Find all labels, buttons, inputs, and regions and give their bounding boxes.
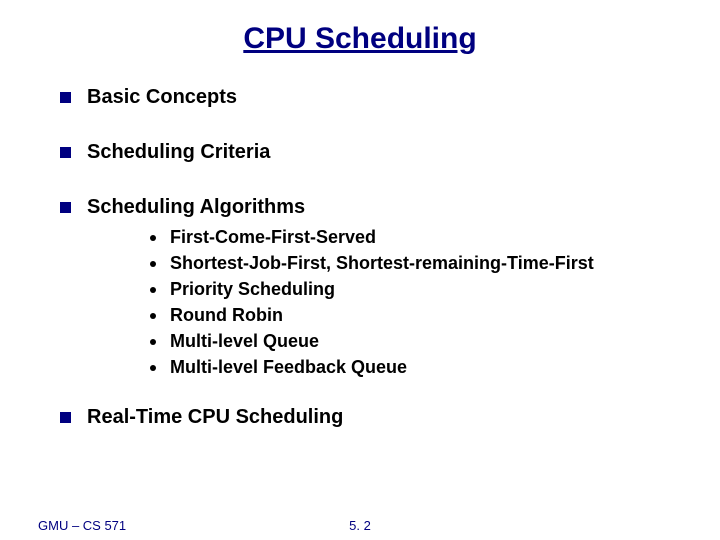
list-item: Scheduling Algorithms — [60, 196, 720, 219]
list-item-label: Real-Time CPU Scheduling — [87, 406, 343, 429]
sub-list-item: Multi-level Feedback Queue — [150, 357, 720, 378]
slide-title: CPU Scheduling — [0, 0, 720, 68]
square-bullet-icon — [60, 412, 71, 423]
sub-list-item-label: Multi-level Queue — [170, 331, 319, 352]
square-bullet-icon — [60, 147, 71, 158]
sub-list: First-Come-First-Served Shortest-Job-Fir… — [60, 227, 720, 378]
footer-left: GMU – CS 571 — [38, 518, 126, 533]
footer-page-number: 5. 2 — [349, 518, 371, 533]
dot-bullet-icon — [150, 313, 156, 319]
sub-list-item-label: Priority Scheduling — [170, 279, 335, 300]
sub-list-item-label: Round Robin — [170, 305, 283, 326]
sub-list-item-label: Multi-level Feedback Queue — [170, 357, 407, 378]
square-bullet-icon — [60, 92, 71, 103]
sub-list-item: Shortest-Job-First, Shortest-remaining-T… — [150, 253, 720, 274]
list-item-label: Scheduling Algorithms — [87, 196, 305, 219]
list-item: Scheduling Criteria — [60, 141, 720, 164]
sub-list-item-label: Shortest-Job-First, Shortest-remaining-T… — [170, 253, 594, 274]
dot-bullet-icon — [150, 339, 156, 345]
list-item: Real-Time CPU Scheduling — [60, 406, 720, 429]
list-item-label: Scheduling Criteria — [87, 141, 270, 164]
sub-list-item: Multi-level Queue — [150, 331, 720, 352]
sub-list-item: First-Come-First-Served — [150, 227, 720, 248]
square-bullet-icon — [60, 202, 71, 213]
list-item: Basic Concepts — [60, 86, 720, 109]
slide-content: Basic Concepts Scheduling Criteria Sched… — [0, 68, 720, 429]
sub-list-item-label: First-Come-First-Served — [170, 227, 376, 248]
sub-list-item: Priority Scheduling — [150, 279, 720, 300]
list-item-label: Basic Concepts — [87, 86, 237, 109]
dot-bullet-icon — [150, 365, 156, 371]
sub-list-item: Round Robin — [150, 305, 720, 326]
dot-bullet-icon — [150, 287, 156, 293]
dot-bullet-icon — [150, 235, 156, 241]
dot-bullet-icon — [150, 261, 156, 267]
